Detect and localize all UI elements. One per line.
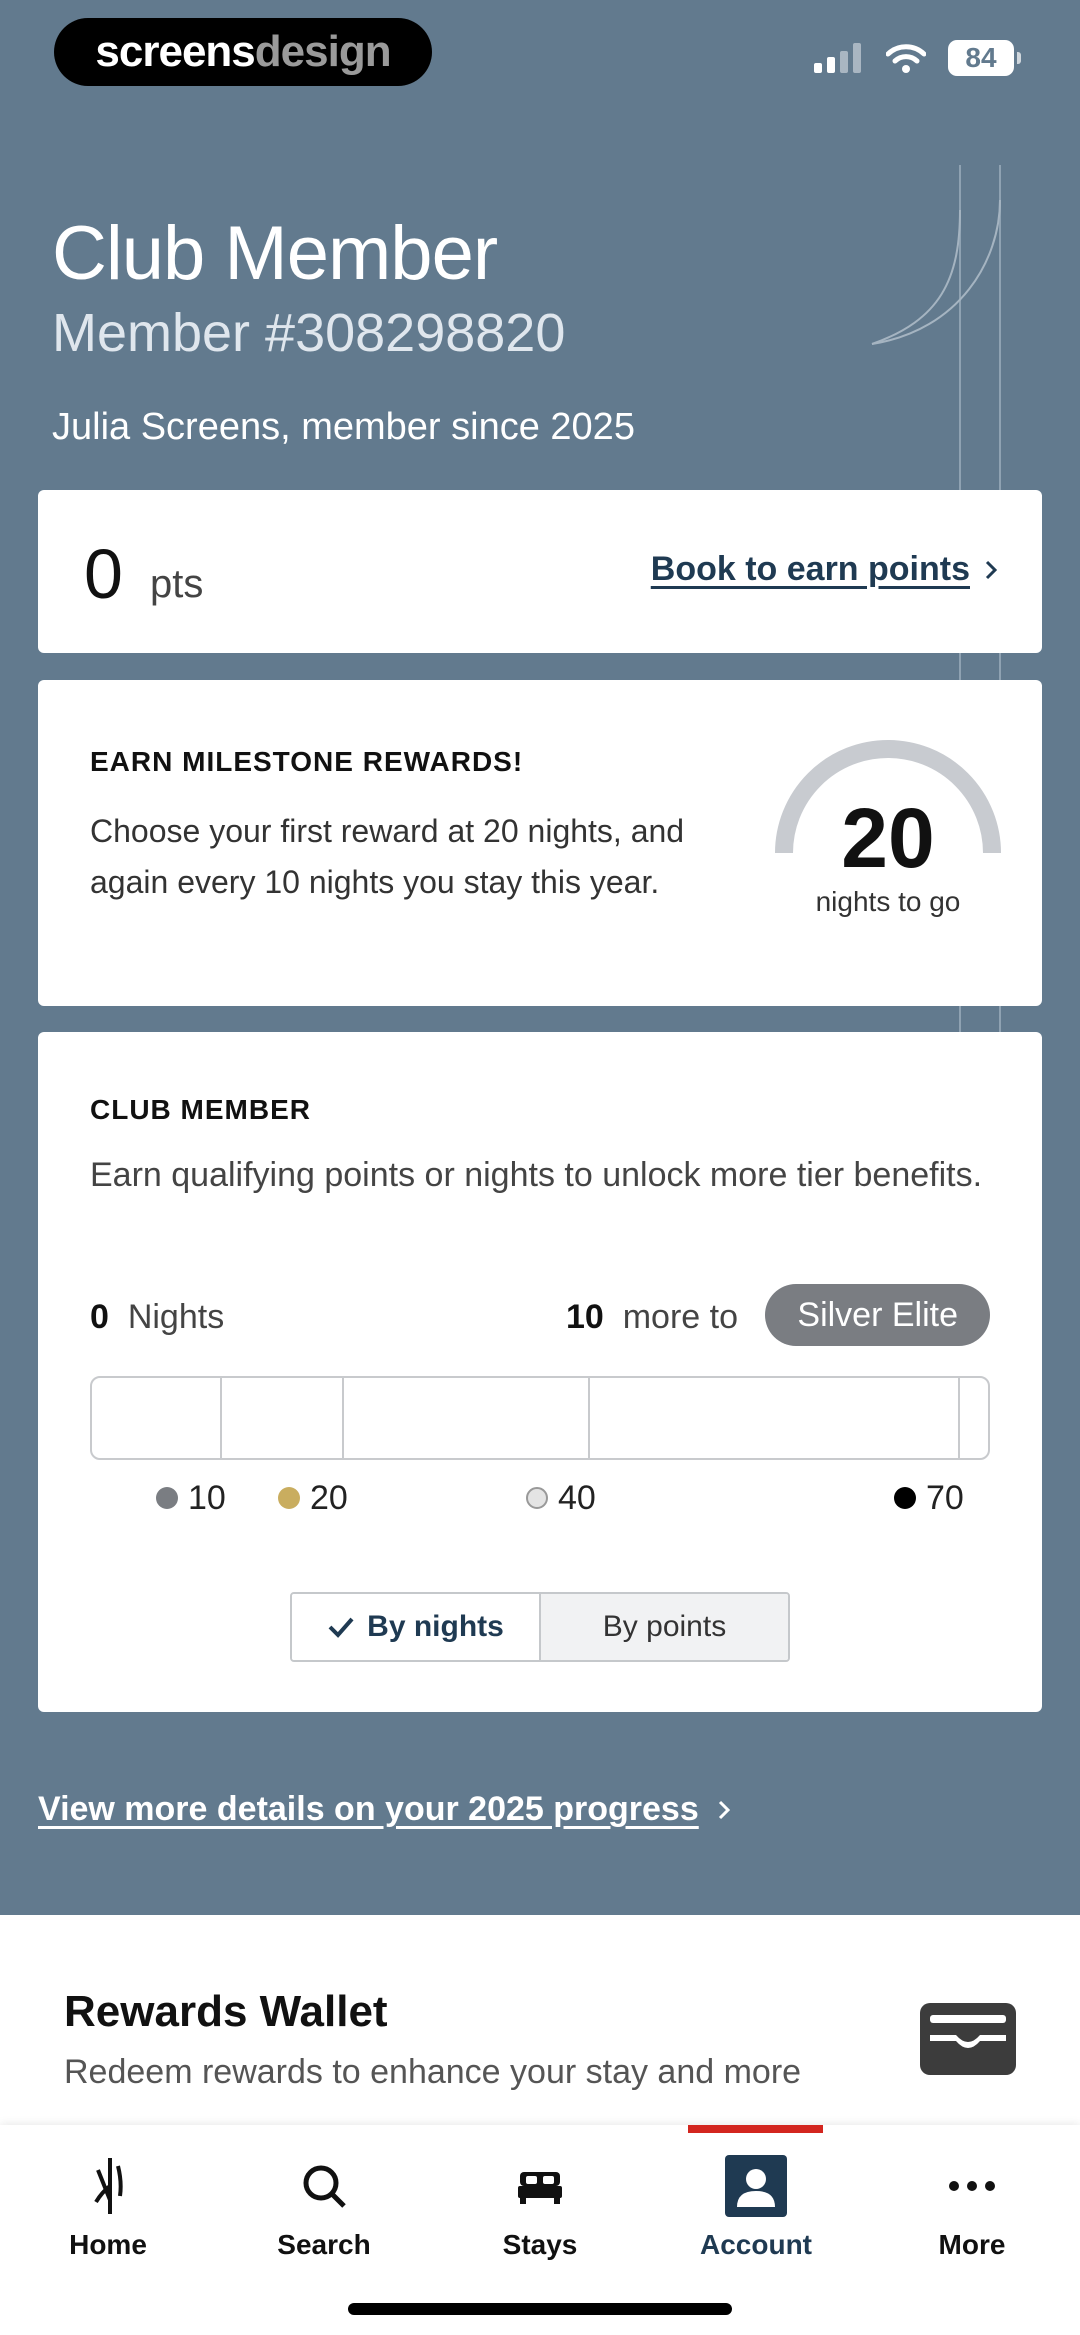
wallet-title: Rewards Wallet [64,1987,388,2036]
tab-account[interactable]: Account [648,2125,864,2285]
progress-marker-10 [220,1378,222,1458]
by-nights-label: By nights [367,1610,504,1643]
brand-watermark: screens design [54,18,432,86]
milestone-label: 70 [926,1478,964,1517]
tab-home[interactable]: Home [0,2125,216,2285]
points-card: 0 pts Book to earn points [38,490,1042,653]
progress-link-label: View more details on your 2025 progress [38,1790,699,1828]
brand-part-1: screens [95,27,255,76]
home-indicator [348,2303,732,2315]
search-icon [216,2151,432,2221]
points-value: 0 [84,535,123,613]
milestone-description: Choose your first reward at 20 nights, a… [90,813,685,900]
milestone-label: 40 [558,1478,596,1517]
tier-heading: CLUB MEMBER [90,1094,311,1125]
nights-to-go-label: nights to go [815,886,961,917]
account-icon [648,2151,864,2221]
tab-stays-label: Stays [502,2229,578,2260]
chevron-right-icon [985,560,998,579]
tab-search-label: Search [277,2229,371,2260]
milestone-legend-70: 70 [894,1476,964,1520]
wallet-subtitle: Redeem rewards to enhance your stay and … [64,2053,802,2091]
member-number: Member #308298820 [52,303,566,363]
view-progress-details-link[interactable]: View more details on your 2025 progress [38,1790,731,1829]
tab-stays[interactable]: Stays [432,2125,648,2285]
milestone-rewards-card: EARN MILESTONE REWARDS! Choose your firs… [38,680,1042,1006]
milestone-dot-icon [156,1487,178,1509]
rewards-wallet-row[interactable]: Rewards Wallet Redeem rewards to enhance… [0,1915,1080,2125]
milestone-legend-10: 10 [156,1476,226,1520]
tab-more-label: More [938,2229,1006,2260]
brand-part-2: design [254,27,392,76]
member-since: Julia Screens, member since 2025 [52,406,635,448]
tier-progress-bar [90,1376,990,1460]
tab-home-label: Home [69,2229,147,2260]
checkmark-icon [328,1617,354,1638]
milestone-dot-icon [526,1487,548,1509]
by-nights-toggle[interactable]: By nights [292,1594,539,1660]
tab-more[interactable]: More [864,2125,1080,2285]
progress-marker-70 [958,1378,960,1458]
home-logo-icon [0,2151,216,2221]
book-to-earn-points-link[interactable]: Book to earn points [651,550,998,589]
status-bar: 84 [814,40,1021,76]
tier-description: Earn qualifying points or nights to unlo… [90,1156,983,1194]
by-points-label: By points [602,1610,727,1643]
by-points-toggle[interactable]: By points [539,1594,788,1660]
milestone-legend-40: 40 [526,1476,596,1520]
nights-label: Nights [127,1298,225,1336]
nights-count-row: 0 Nights [90,1298,224,1337]
tab-account-label: Account [700,2229,812,2260]
nights-count: 0 [90,1298,109,1336]
cellular-signal-icon [814,43,861,73]
more-dots-icon [864,2151,1080,2221]
nights-to-go-value: 20 [841,791,935,885]
milestone-label: 10 [188,1478,226,1517]
milestone-dot-icon [278,1487,300,1509]
tier-progress-card: CLUB MEMBER Earn qualifying points or ni… [38,1032,1042,1712]
tab-search[interactable]: Search [216,2125,432,2285]
battery-indicator: 84 [948,40,1021,76]
progress-view-toggle: By nights By points [290,1592,790,1662]
tier-title: Club Member [52,211,498,296]
wifi-icon [886,44,926,73]
points-unit: pts [150,562,204,606]
progress-marker-20 [342,1378,344,1458]
wallet-icon [920,2003,1016,2075]
milestone-heading: EARN MILESTONE REWARDS! [90,746,524,777]
bottom-tab-bar: Home Search Stays Account More [0,2125,1080,2335]
milestone-label: 20 [310,1478,348,1517]
book-link-label: Book to earn points [650,550,970,588]
more-label: more to [622,1298,738,1336]
milestone-dot-icon [894,1487,916,1509]
milestone-legend-20: 20 [278,1476,348,1520]
next-tier-badge: Silver Elite [765,1284,990,1346]
nights-remaining-row: 10 more to [566,1298,738,1337]
bed-icon [432,2151,648,2221]
more-count: 10 [566,1298,604,1336]
chevron-right-icon [718,1800,730,1819]
progress-marker-40 [588,1378,590,1458]
